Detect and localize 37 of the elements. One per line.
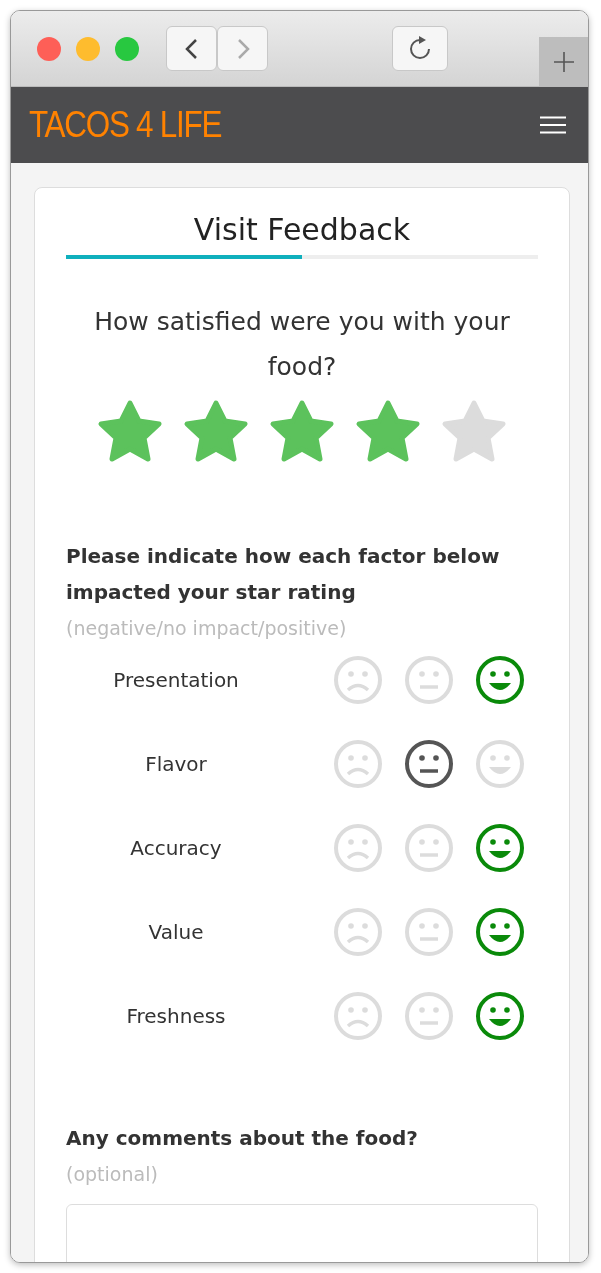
new-tab-button[interactable] xyxy=(539,37,588,86)
factors-heading: Please indicate how each factor below impacted your star rating xyxy=(66,543,501,606)
smiley-face-icon[interactable] xyxy=(475,991,525,1041)
smiley-face-icon[interactable] xyxy=(475,823,525,873)
star-icon[interactable] xyxy=(182,399,250,463)
back-button[interactable] xyxy=(166,26,217,71)
smiley-face-icon[interactable] xyxy=(475,655,525,705)
sad-face-icon[interactable] xyxy=(333,991,383,1041)
sad-face-icon[interactable] xyxy=(333,655,383,705)
factor-label: Value xyxy=(147,920,205,944)
neutral-face-icon[interactable] xyxy=(404,739,454,789)
sad-face-icon[interactable] xyxy=(333,823,383,873)
comment-field[interactable] xyxy=(66,1204,538,1262)
star-icon[interactable] xyxy=(440,399,508,463)
zoom-dot[interactable] xyxy=(115,36,139,61)
close-dot[interactable] xyxy=(37,36,61,61)
factor-label: Flavor xyxy=(144,752,208,776)
sad-face-icon[interactable] xyxy=(333,907,383,957)
factor-label: Accuracy xyxy=(129,836,223,860)
site-logo[interactable]: TACOS 4 LIFE xyxy=(29,104,222,146)
sad-face-icon[interactable] xyxy=(333,739,383,789)
comments-hint: (optional) xyxy=(66,1162,159,1187)
reload-button[interactable] xyxy=(392,26,448,71)
reload-icon xyxy=(407,35,433,62)
star-icon[interactable] xyxy=(96,399,164,463)
menu-icon[interactable] xyxy=(540,116,566,134)
smiley-face-icon[interactable] xyxy=(475,907,525,957)
factor-label: Freshness xyxy=(125,1004,227,1028)
plus-icon xyxy=(552,50,575,73)
minimize-dot[interactable] xyxy=(76,36,100,61)
question-text: How satisfied were you with your food? xyxy=(93,306,511,383)
factor-label: Presentation xyxy=(112,668,240,692)
comments-heading: Any comments about the food? xyxy=(66,1125,419,1152)
factors-hint: (negative/no impact/positive) xyxy=(66,616,348,641)
star-icon[interactable] xyxy=(354,399,422,463)
star-icon[interactable] xyxy=(268,399,336,463)
card-title: Visit Feedback xyxy=(192,211,412,249)
